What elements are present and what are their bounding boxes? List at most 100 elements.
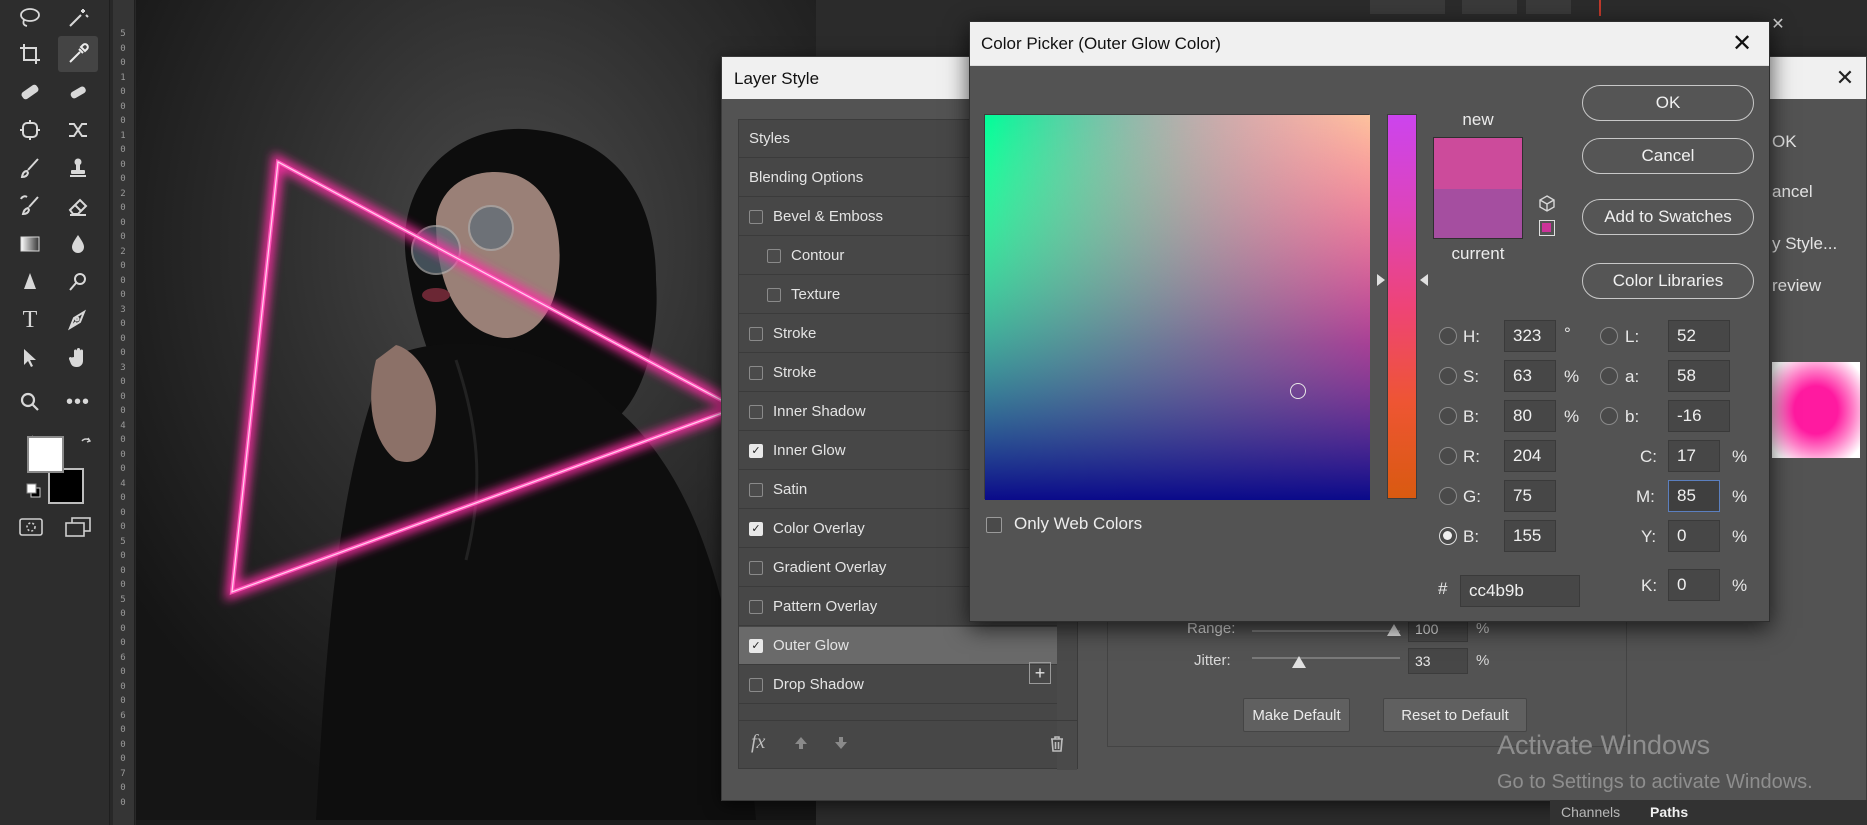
foreground-color-swatch[interactable] — [27, 436, 64, 473]
lab-l-radio[interactable] — [1600, 327, 1618, 345]
style-checkbox[interactable]: ✓ — [749, 521, 763, 536]
yellow-input[interactable]: 0 — [1668, 520, 1720, 552]
green-radio[interactable] — [1439, 487, 1457, 505]
style-checkbox[interactable]: ✓ — [749, 638, 763, 653]
cyan-input[interactable]: 17 — [1668, 440, 1720, 472]
saturation-input[interactable]: 63 — [1504, 360, 1556, 392]
content-aware-move-icon[interactable] — [58, 112, 98, 148]
brightness-input[interactable]: 80 — [1504, 400, 1556, 432]
style-checkbox[interactable] — [767, 287, 781, 302]
background-color-swatch[interactable] — [48, 468, 84, 504]
tab-channels[interactable]: Channels — [1561, 804, 1620, 820]
make-default-button[interactable]: Make Default — [1243, 698, 1350, 732]
hue-radio[interactable] — [1439, 327, 1457, 345]
layer-style-close-icon[interactable]: ✕ — [1830, 63, 1860, 93]
lab-b-input[interactable]: -16 — [1668, 400, 1730, 432]
fx-icon[interactable]: fx — [751, 731, 765, 754]
pen-icon[interactable] — [10, 264, 50, 300]
options-bar-button[interactable] — [1526, 0, 1571, 14]
lasso-icon[interactable] — [10, 0, 50, 36]
lab-a-radio[interactable] — [1600, 367, 1618, 385]
add-effect-icon[interactable]: + — [1029, 662, 1051, 684]
hex-input[interactable]: cc4b9b — [1460, 575, 1580, 607]
red-input[interactable]: 204 — [1504, 440, 1556, 472]
type-icon[interactable]: T — [10, 302, 50, 338]
saturation-radio[interactable] — [1439, 367, 1457, 385]
history-brush-icon[interactable] — [10, 188, 50, 224]
trash-icon[interactable] — [1049, 735, 1065, 758]
lab-b-radio[interactable] — [1600, 407, 1618, 425]
cancel-button[interactable]: Cancel — [1582, 138, 1754, 174]
style-checkbox[interactable] — [749, 404, 763, 419]
hue-input[interactable]: 323 — [1504, 320, 1556, 352]
style-checkbox[interactable] — [749, 560, 763, 575]
brush-icon[interactable] — [10, 150, 50, 186]
style-checkbox[interactable] — [749, 209, 763, 224]
swap-arrows-icon[interactable] — [80, 436, 94, 450]
crop-icon[interactable] — [10, 36, 50, 72]
patch-icon[interactable] — [58, 74, 98, 110]
path-selection-icon[interactable] — [58, 302, 98, 338]
web-safe-swatch[interactable] — [1539, 220, 1555, 236]
color-libraries-button[interactable]: Color Libraries — [1582, 263, 1754, 299]
color-field-cursor[interactable] — [1290, 383, 1306, 399]
move-icon[interactable] — [10, 340, 50, 376]
options-bar-button[interactable] — [1370, 0, 1445, 14]
dodge-icon[interactable] — [58, 264, 98, 300]
style-item-outer-glow[interactable]: ✓ Outer Glow — [739, 627, 1057, 665]
eyedropper-icon[interactable] — [58, 36, 98, 72]
more-icon[interactable]: ••• — [58, 384, 98, 420]
add-to-swatches-button[interactable]: Add to Swatches — [1582, 199, 1754, 235]
panel-close-icon[interactable]: ✕ — [1768, 14, 1788, 34]
new-style-button[interactable]: y Style... — [1772, 229, 1837, 259]
range-slider[interactable] — [1252, 630, 1400, 632]
lab-a-input[interactable]: 58 — [1668, 360, 1730, 392]
preview-checkbox[interactable]: review — [1772, 271, 1821, 301]
style-checkbox[interactable] — [749, 482, 763, 497]
eraser-icon[interactable] — [58, 188, 98, 224]
screen-mode-icon[interactable] — [64, 516, 92, 538]
blur-icon[interactable] — [58, 226, 98, 262]
style-checkbox[interactable] — [749, 677, 763, 692]
brightness-radio[interactable] — [1439, 407, 1457, 425]
frame-icon[interactable] — [10, 112, 50, 148]
move-up-icon[interactable] — [793, 735, 809, 756]
move-down-icon[interactable] — [833, 735, 849, 756]
current-color-swatch[interactable] — [1433, 189, 1523, 239]
default-colors-icon[interactable] — [26, 483, 42, 499]
ok-button[interactable]: OK — [1772, 127, 1797, 157]
spot-healing-icon[interactable] — [10, 74, 50, 110]
gradient-icon[interactable] — [10, 226, 50, 262]
style-checkbox[interactable] — [749, 599, 763, 614]
tab-paths[interactable]: Paths — [1650, 804, 1688, 820]
black-input[interactable]: 0 — [1668, 569, 1720, 601]
cancel-button[interactable]: ancel — [1772, 177, 1813, 207]
style-checkbox[interactable] — [749, 365, 763, 380]
zoom-icon[interactable] — [10, 384, 50, 420]
quick-mask-icon[interactable] — [18, 516, 44, 538]
lab-l-input[interactable]: 52 — [1668, 320, 1730, 352]
jitter-slider-thumb[interactable] — [1292, 656, 1306, 668]
magic-wand-icon[interactable] — [58, 0, 98, 36]
jitter-input[interactable]: 33 — [1408, 648, 1468, 674]
options-bar-button[interactable] — [1462, 0, 1517, 14]
reset-default-button[interactable]: Reset to Default — [1383, 698, 1527, 732]
hue-slider[interactable] — [1387, 114, 1417, 499]
style-checkbox[interactable]: ✓ — [749, 443, 763, 458]
blue-input[interactable]: 155 — [1504, 520, 1556, 552]
style-checkbox[interactable] — [749, 326, 763, 341]
magenta-input[interactable]: 85 — [1668, 480, 1720, 512]
hue-slider-right-arrow[interactable] — [1420, 274, 1428, 286]
style-checkbox[interactable] — [767, 248, 781, 263]
out-of-gamut-icon[interactable] — [1538, 194, 1556, 212]
ok-button[interactable]: OK — [1582, 85, 1754, 121]
jitter-slider[interactable] — [1252, 657, 1400, 659]
color-field[interactable] — [984, 114, 1370, 500]
hand-icon[interactable] — [58, 340, 98, 376]
color-picker-close-icon[interactable]: ✕ — [1727, 29, 1757, 59]
only-web-colors-checkbox[interactable] — [986, 517, 1002, 533]
hue-slider-left-arrow[interactable] — [1377, 274, 1385, 286]
green-input[interactable]: 75 — [1504, 480, 1556, 512]
red-radio[interactable] — [1439, 447, 1457, 465]
range-slider-thumb[interactable] — [1387, 624, 1401, 636]
